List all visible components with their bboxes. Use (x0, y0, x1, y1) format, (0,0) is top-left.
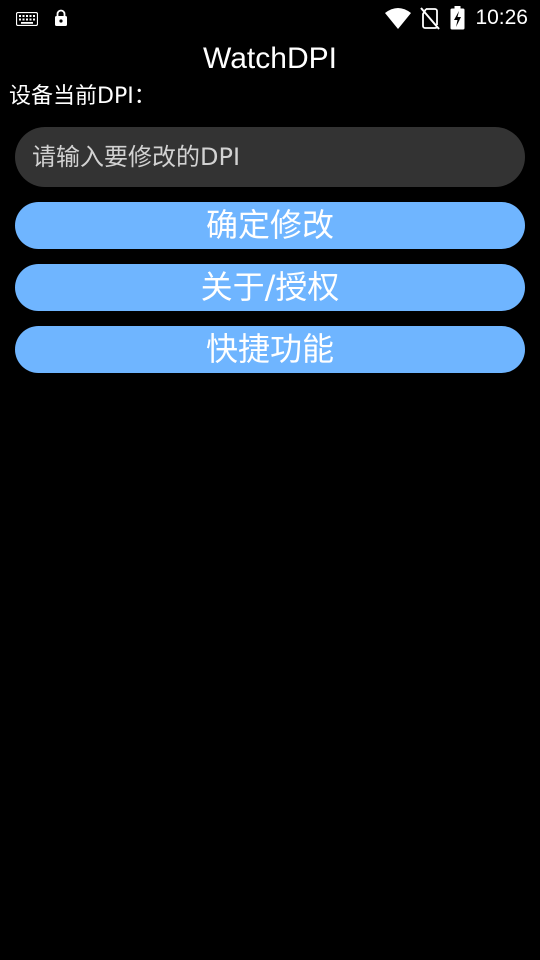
shortcut-functions-button[interactable]: 快捷功能 (15, 326, 525, 373)
page-title: WatchDPI (203, 42, 337, 75)
wifi-icon (384, 6, 412, 30)
status-bar: 10:26 (0, 0, 540, 36)
keyboard-icon (15, 11, 39, 30)
status-bar-right: 10:26 (384, 5, 528, 31)
dpi-input[interactable] (15, 127, 525, 187)
app-screen: 10:26 WatchDPI 设备当前DPI： 确定修改 关于/授权 快捷功能 (0, 0, 540, 960)
confirm-change-button[interactable]: 确定修改 (15, 202, 525, 249)
current-dpi-label: 设备当前DPI： (9, 84, 156, 109)
battery-charging-icon (450, 6, 465, 30)
no-sim-icon (420, 6, 441, 30)
status-time: 10:26 (475, 6, 528, 29)
status-bar-left (15, 9, 68, 31)
lock-icon (54, 9, 68, 31)
about-authorize-button[interactable]: 关于/授权 (15, 264, 525, 311)
